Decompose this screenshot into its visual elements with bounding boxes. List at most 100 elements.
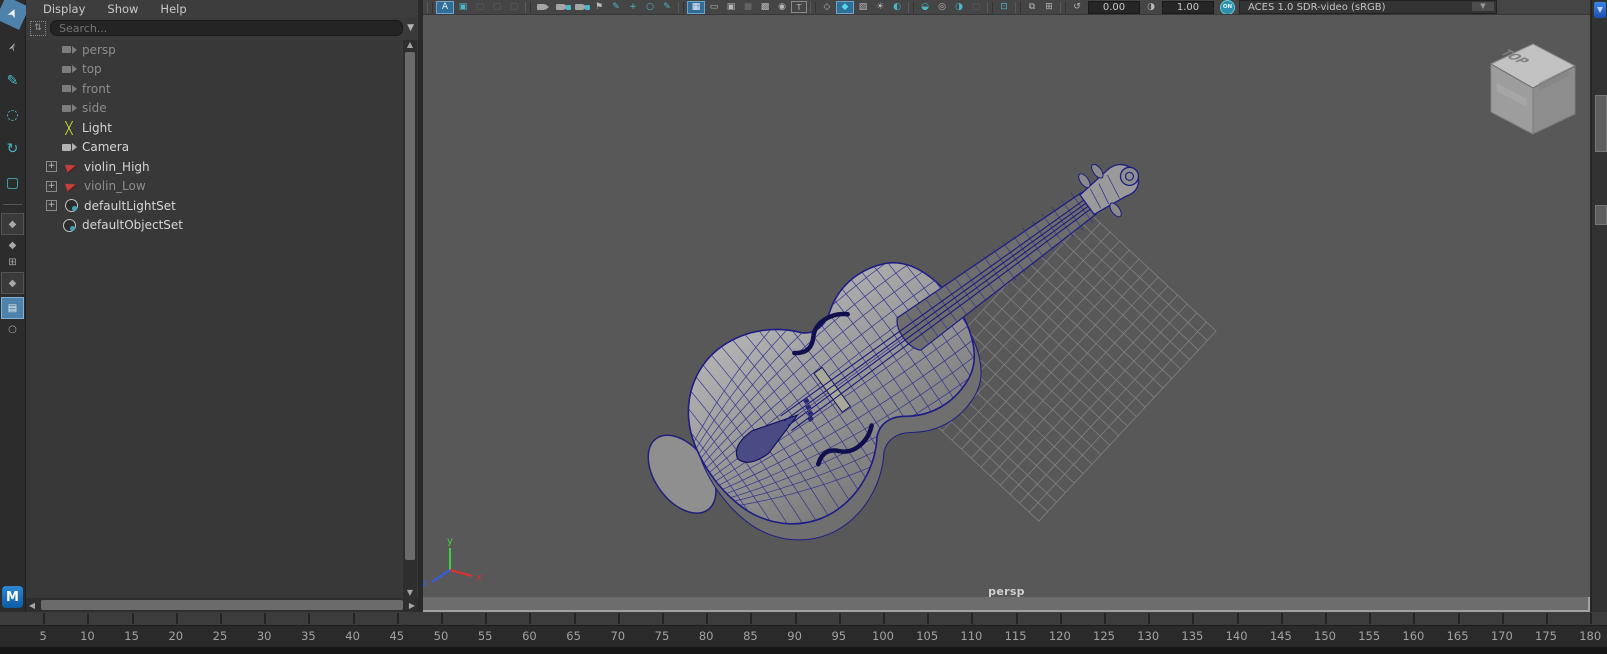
outliner-item-persp[interactable]: persp <box>26 40 402 60</box>
ambient-occlusion-icon[interactable]: ◒ <box>917 1 933 13</box>
frame-tick <box>927 613 930 624</box>
chevron-down-icon[interactable]: ▼ <box>1472 2 1494 11</box>
xray-joints-icon[interactable]: ⊞ <box>1041 1 1057 13</box>
scroll-right-icon[interactable]: ▶ <box>406 601 418 610</box>
menu-display[interactable]: Display <box>34 2 94 16</box>
absolute-view-button[interactable]: A <box>436 0 454 14</box>
item-label: defaultObjectSet <box>82 218 184 233</box>
scale-tool-icon[interactable]: ▢ <box>0 170 25 196</box>
rotate-tool-icon[interactable]: ↻ <box>0 136 25 162</box>
history-icon[interactable]: ▢ <box>472 1 488 13</box>
bookmark-icon[interactable]: ⚑ <box>591 1 607 13</box>
select-objects-icon[interactable]: ⊡ <box>996 1 1012 13</box>
perspective-viewport[interactable]: A ▣ ▢ ▢ ▢ ⚑ ✎ + ○ ✎ ▦ ▭ ▣ ■ ▩ ◉ T ◇ ◆ ▨ ☀ ◐ ◒ ◎ ◑ ▢ ⊡ ⧉ ⊞ ↺ 0.00 ◑ 1.00 O… <box>423 0 1590 612</box>
depth-of-field-icon[interactable]: ◑ <box>951 1 967 13</box>
timeline-frame-numbers[interactable]: 5 10 15 20 25 30 35 40 45 50 55 60 65 70 75 80 85 90 95 100… <box>0 626 1607 647</box>
outliner-horizontal-scrollbar[interactable]: ◀ ▶ <box>26 598 418 612</box>
outliner-item-violin_Low[interactable]: + violin_Low <box>26 177 402 197</box>
layout-four-pane-button[interactable]: ⊞ <box>2 255 23 269</box>
panel-tab-icon[interactable] <box>1594 2 1606 18</box>
scrollbar-thumb[interactable] <box>41 600 403 610</box>
camera-attributes-icon[interactable] <box>572 4 590 10</box>
zoom-region-icon[interactable]: ○ <box>642 1 658 13</box>
chevron-down-icon[interactable]: ▼ <box>407 23 416 33</box>
frame-tick <box>1236 613 1239 624</box>
shadows-icon[interactable]: ◐ <box>889 1 905 13</box>
lock-camera-icon[interactable] <box>553 4 571 10</box>
outliner-tree: persp top front side ╳ Light Camera + violin_Hig… <box>26 40 402 598</box>
grease-pencil-icon[interactable]: ✎ <box>659 1 675 13</box>
isolate-select-icon[interactable]: ▢ <box>968 1 984 13</box>
divider <box>1015 1 1021 13</box>
image-plane-icon[interactable]: ✎ <box>608 1 624 13</box>
cache-icon[interactable]: ▢ <box>489 1 505 13</box>
outliner-item-violin_High[interactable]: + violin_High <box>26 157 402 177</box>
layout-persp-outliner-button[interactable]: ◆ <box>1 272 24 294</box>
safe-title-icon[interactable]: T <box>791 1 807 13</box>
shaded-icon[interactable]: ◆ <box>836 0 854 14</box>
playblast-icon[interactable]: ▢ <box>506 1 522 13</box>
field-chart-icon[interactable]: ▩ <box>757 1 773 13</box>
frame-tick <box>264 613 267 624</box>
layout-two-pane-button[interactable]: ◆ <box>2 238 23 252</box>
panel-grip[interactable] <box>1595 205 1607 225</box>
expand-icon[interactable]: + <box>46 200 57 212</box>
scroll-up-icon[interactable]: ▲ <box>403 40 417 50</box>
xray-icon[interactable]: ⧉ <box>1024 1 1040 13</box>
motion-blur-icon[interactable]: ◎ <box>934 1 950 13</box>
layout-single-pane-button[interactable]: ◆ <box>1 213 24 235</box>
filter-icon[interactable]: ⇅ <box>30 20 46 36</box>
2d-pan-zoom-icon[interactable]: + <box>625 1 641 13</box>
outliner-vertical-scrollbar[interactable]: ▲ ▼ <box>403 40 417 598</box>
frame-tick <box>529 613 532 624</box>
view-transform-dropdown[interactable]: ACES 1.0 SDR-video (sRGB) ▼ <box>1239 0 1497 14</box>
exposure-field[interactable]: 0.00 <box>1088 0 1140 14</box>
color-management-on-badge[interactable]: ON <box>1220 0 1235 14</box>
outliner-item-side[interactable]: side <box>26 99 402 119</box>
resolution-gate-icon[interactable]: ▣ <box>723 1 739 13</box>
scrollbar-thumb[interactable] <box>405 52 415 560</box>
gamma-field[interactable]: 1.00 <box>1162 0 1214 14</box>
textured-icon[interactable]: ▨ <box>855 1 871 13</box>
frame-tick <box>87 613 90 624</box>
time-slider[interactable]: 5 10 15 20 25 30 35 40 45 50 55 60 65 70 75 80 85 90 95 100… <box>0 612 1607 654</box>
menu-show[interactable]: Show <box>98 2 147 16</box>
panel-grip[interactable] <box>1595 95 1607 152</box>
outliner-item-defaultLightSet[interactable]: + defaultLightSet <box>26 196 402 216</box>
outliner-item-Light[interactable]: ╳ Light <box>26 118 402 138</box>
frame-tick <box>308 613 311 624</box>
move-tool-icon[interactable]: ◌ <box>0 102 25 128</box>
paint-select-tool-icon[interactable]: ✎ <box>0 68 25 94</box>
divider <box>525 1 531 13</box>
view-cube[interactable]: TOP <box>1489 43 1577 135</box>
film-gate-icon[interactable]: ▭ <box>706 1 722 13</box>
layout-outliner-active-button[interactable]: ▤ <box>1 297 24 319</box>
expand-icon[interactable]: + <box>46 161 57 173</box>
viewport-toolbar: A ▣ ▢ ▢ ▢ ⚑ ✎ + ○ ✎ ▦ ▭ ▣ ■ ▩ ◉ T ◇ ◆ ▨ ☀ ◐ ◒ ◎ ◑ ▢ ⊡ ⧉ ⊞ ↺ 0.00 ◑ 1.00 O… <box>423 0 1590 15</box>
highlight-selection-icon[interactable]: ▣ <box>455 1 471 13</box>
gamma-icon[interactable]: ◑ <box>1143 1 1159 13</box>
menu-help[interactable]: Help <box>151 2 195 16</box>
outliner-item-front[interactable]: front <box>26 79 402 99</box>
frame-number: 90 <box>787 629 802 643</box>
select-camera-icon[interactable] <box>534 4 552 10</box>
outliner-item-defaultObjectSet[interactable]: defaultObjectSet <box>26 216 402 236</box>
scroll-left-icon[interactable]: ◀ <box>26 601 38 610</box>
right-panel-strip <box>1591 0 1607 612</box>
scroll-down-icon[interactable]: ▼ <box>403 588 417 598</box>
gate-mask-icon[interactable]: ■ <box>740 1 756 13</box>
outliner-item-Camera[interactable]: Camera <box>26 138 402 158</box>
timeline-ticks[interactable] <box>0 612 1607 626</box>
wireframe-icon[interactable]: ◇ <box>819 1 835 13</box>
search-input[interactable] <box>50 20 404 36</box>
zoom-layout-button[interactable]: ○ <box>2 322 23 336</box>
outliner-item-top[interactable]: top <box>26 60 402 80</box>
frame-tick <box>794 613 797 624</box>
grid-icon[interactable]: ▦ <box>687 0 705 14</box>
exposure-icon[interactable]: ↺ <box>1069 1 1085 13</box>
frame-number: 80 <box>698 629 714 643</box>
safe-action-icon[interactable]: ◉ <box>774 1 790 13</box>
frame-tick <box>1413 613 1416 624</box>
expand-icon[interactable]: + <box>46 180 57 192</box>
use-all-lights-icon[interactable]: ☀ <box>872 1 888 13</box>
